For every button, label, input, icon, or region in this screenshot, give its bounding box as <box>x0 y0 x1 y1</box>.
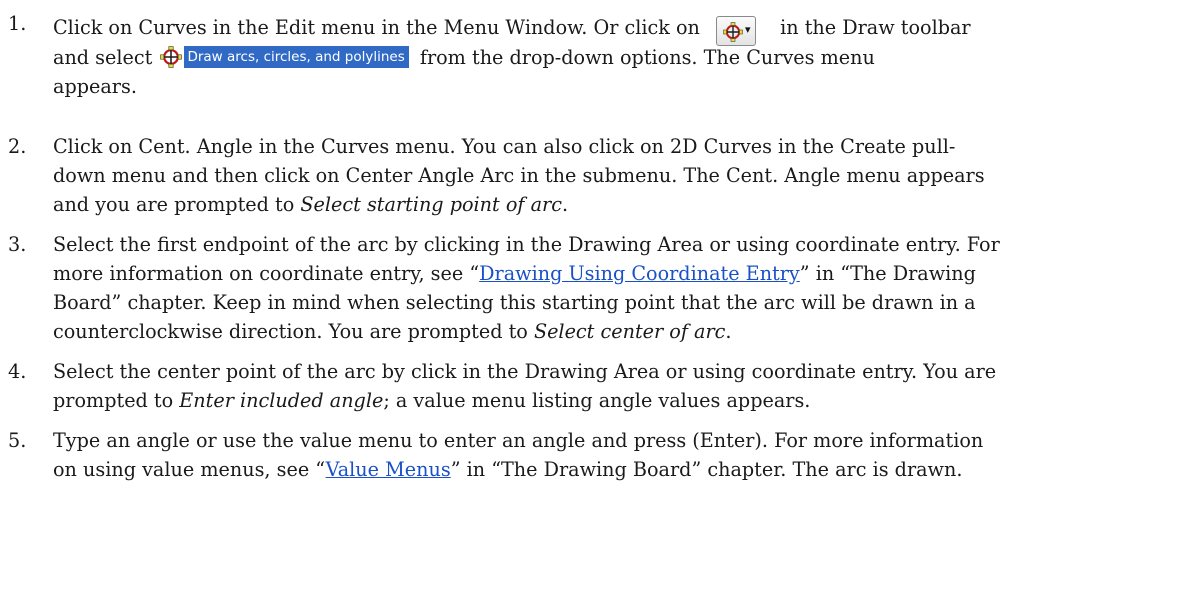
step-line: Click on Cent. Angle in the Curves menu.… <box>53 135 956 158</box>
step-text: Select the first endpoint of the arc by … <box>53 230 1195 346</box>
step-text-fragment: from the drop-down options. The Curves m… <box>419 46 875 69</box>
value-menus-link[interactable]: Value Menus <box>326 458 451 481</box>
step-text-fragment: . <box>561 193 569 216</box>
step-3: 3. Select the first endpoint of the arc … <box>0 230 1195 346</box>
step-4: 4. Select the center point of the arc by… <box>0 357 1195 415</box>
circle-crosshair-icon <box>723 22 743 42</box>
step-1: 1. Click on Curves in the Edit menu in t… <box>0 9 1195 101</box>
step-number: 1. <box>8 12 27 35</box>
prompt-text: Select center of arc <box>533 320 726 343</box>
step-number: 2. <box>8 135 27 158</box>
step-5: 5. Type an angle or use the value menu t… <box>0 426 1195 484</box>
step-line: counterclockwise direction. You are prom… <box>53 317 1195 346</box>
step-line: Select the center point of the arc by cl… <box>53 360 997 383</box>
prompt-text: Enter included angle <box>179 389 384 412</box>
step-line: Select the first endpoint of the arc by … <box>53 233 1000 256</box>
step-line: more information on coordinate entry, se… <box>53 259 1195 288</box>
step-text: Click on Cent. Angle in the Curves menu.… <box>53 132 1195 219</box>
step-text: Click on Curves in the Edit menu in the … <box>53 9 1195 101</box>
step-text: Type an angle or use the value menu to e… <box>53 426 1195 484</box>
dropdown-arrow-icon: ▾ <box>745 23 751 36</box>
step-text-fragment: Click on Curves in the Edit menu in the … <box>53 16 700 39</box>
step-number: 4. <box>8 360 27 383</box>
step-line: Click on Curves in the Edit menu in the … <box>53 9 1195 46</box>
draw-arcs-menu-option[interactable]: Draw arcs, circles, and polylines <box>160 46 409 68</box>
step-text-fragment: ” in “The Drawing <box>799 262 976 285</box>
step-text-fragment: and select <box>53 46 153 69</box>
step-line: on using value menus, see “Value Menus” … <box>53 455 1195 484</box>
step-text: Select the center point of the arc by cl… <box>53 357 1195 415</box>
step-line: appears. <box>53 75 137 98</box>
step-line: prompted to Enter included angle; a valu… <box>53 386 1195 415</box>
step-text-fragment: counterclockwise direction. You are prom… <box>53 320 534 343</box>
step-line: down menu and then click on Center Angle… <box>53 164 985 187</box>
step-2: 2. Click on Cent. Angle in the Curves me… <box>0 132 1195 219</box>
menu-option-label: Draw arcs, circles, and polylines <box>184 46 409 68</box>
step-line: and select Draw arcs, circles, and polyl… <box>53 41 1195 72</box>
circle-crosshair-icon <box>160 46 182 68</box>
step-text-fragment: on using value menus, see “ <box>53 458 326 481</box>
step-text-fragment: more information on coordinate entry, se… <box>53 262 480 285</box>
step-text-fragment: and you are prompted to <box>53 193 301 216</box>
step-number: 5. <box>8 429 27 452</box>
step-text-fragment: ” in “The Drawing Board” chapter. The ar… <box>450 458 963 481</box>
step-number: 3. <box>8 233 27 256</box>
step-text-fragment: . <box>725 320 732 343</box>
step-line: Board” chapter. Keep in mind when select… <box>53 291 976 314</box>
step-line: Type an angle or use the value menu to e… <box>53 429 984 452</box>
document-page: 1. Click on Curves in the Edit menu in t… <box>0 0 1202 611</box>
step-text-fragment: prompted to <box>53 389 180 412</box>
coordinate-entry-link[interactable]: Drawing Using Coordinate Entry <box>479 262 800 285</box>
step-text-fragment: ; a value menu listing angle values appe… <box>383 389 811 412</box>
prompt-text: Select starting point of arc <box>300 193 562 216</box>
step-text-fragment: in the Draw toolbar <box>780 16 971 39</box>
step-line: and you are prompted to Select starting … <box>53 190 1195 219</box>
draw-curves-toolbar-button[interactable]: ▾ <box>716 16 757 46</box>
